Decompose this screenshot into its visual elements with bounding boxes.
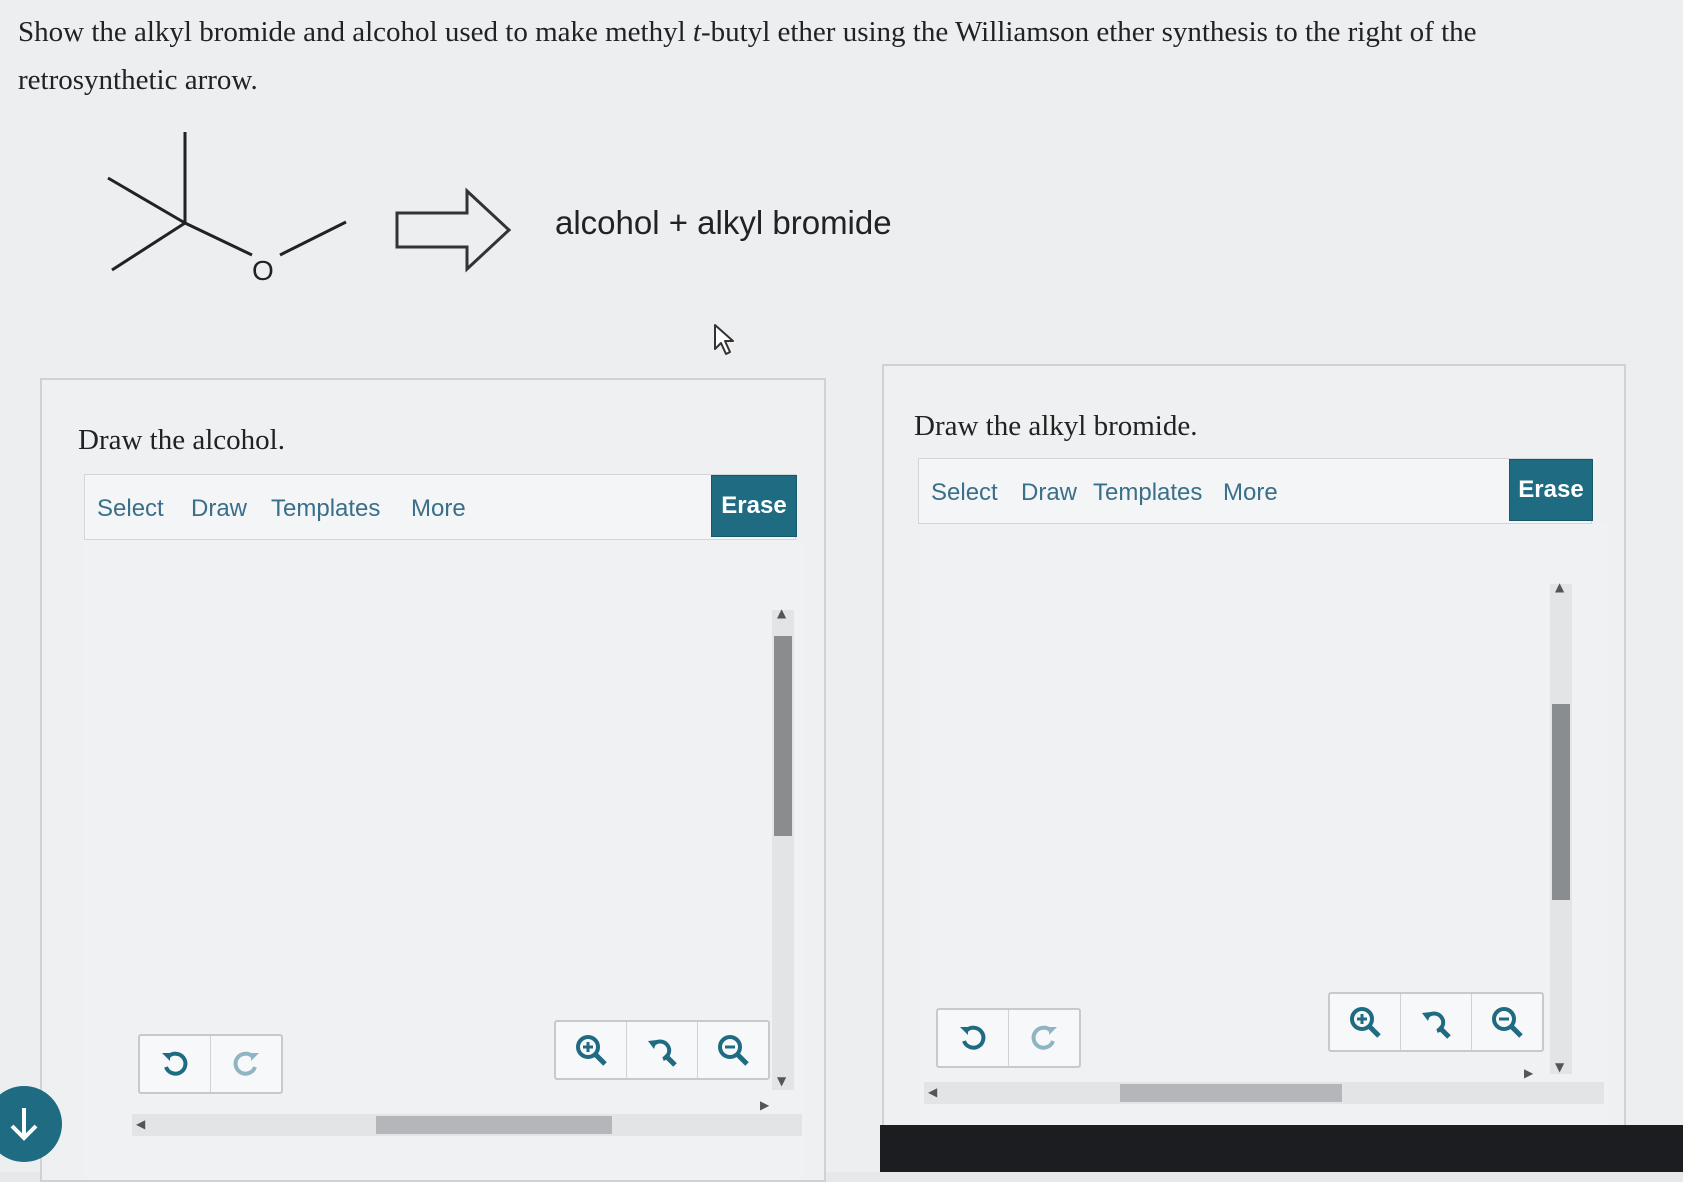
templates-tool[interactable]: Templates: [1093, 479, 1202, 507]
redo-button[interactable]: [1009, 1010, 1079, 1066]
scroll-right-icon[interactable]: ▶: [1524, 1066, 1533, 1080]
alcohol-horizontal-scrollbar[interactable]: ◀ ▶: [132, 1098, 802, 1136]
question-italic-t: t: [692, 16, 701, 48]
reaction-scheme: O alcohol + alkyl bromide: [100, 120, 1000, 290]
undo-button[interactable]: [140, 1036, 211, 1092]
zoom-in-icon: [1350, 1007, 1381, 1038]
scroll-up-icon[interactable]: ▲: [1555, 580, 1564, 594]
alcohol-vertical-scrollbar[interactable]: ▲ ▼: [772, 606, 794, 1090]
more-tool[interactable]: More: [411, 495, 466, 523]
zoom-controls-group: [554, 1020, 770, 1080]
reset-zoom-button[interactable]: [1401, 994, 1472, 1050]
alkyl-bromide-drawing-canvas[interactable]: [918, 524, 1608, 1164]
zoom-in-button[interactable]: [1330, 994, 1401, 1050]
scrollbar-thumb[interactable]: [1120, 1084, 1342, 1102]
alcohol-drawing-panel: Draw the alcohol. Select Draw Templates …: [40, 378, 826, 1182]
zoom-controls-group: [1328, 992, 1544, 1052]
redo-icon: [1031, 1025, 1057, 1050]
page: Show the alkyl bromide and alcohol used …: [0, 0, 1683, 1182]
zoom-in-button[interactable]: [556, 1022, 627, 1078]
reset-zoom-icon: [1422, 1011, 1451, 1039]
erase-button[interactable]: Erase: [711, 475, 797, 537]
zoom-out-button[interactable]: [1472, 994, 1542, 1050]
alkyl-bromide-toolbar: Select Draw Templates More Erase: [918, 458, 1593, 524]
zoom-in-icon: [576, 1035, 607, 1066]
select-tool[interactable]: Select: [931, 479, 998, 507]
scrollbar-thumb[interactable]: [774, 636, 792, 836]
redo-button[interactable]: [211, 1036, 281, 1092]
alcohol-toolbar: Select Draw Templates More Erase: [84, 474, 797, 540]
methyl-t-butyl-ether-structure: O: [107, 132, 347, 286]
reset-zoom-icon: [648, 1039, 677, 1067]
reaction-products-text: alcohol + alkyl bromide: [555, 204, 892, 241]
draw-tool[interactable]: Draw: [191, 495, 247, 523]
templates-tool[interactable]: Templates: [271, 495, 380, 523]
alkyl-bromide-drawing-panel: Draw the alkyl bromide. Select Draw Temp…: [882, 364, 1626, 1168]
scrollbar-thumb[interactable]: [1552, 704, 1570, 900]
scroll-down-icon[interactable]: ▼: [1555, 1060, 1564, 1074]
alkyl-bromide-horizontal-scrollbar[interactable]: ◀ ▶: [924, 1066, 1604, 1104]
alkyl-bromide-vertical-scrollbar[interactable]: ▲ ▼: [1550, 580, 1572, 1074]
panel-title-alkyl-bromide: Draw the alkyl bromide.: [914, 410, 1198, 442]
oxygen-label: O: [252, 255, 274, 286]
erase-button[interactable]: Erase: [1509, 459, 1593, 521]
question-text: Show the alkyl bromide and alcohol used …: [18, 8, 1638, 104]
scrollbar-thumb[interactable]: [376, 1116, 612, 1134]
down-arrow-icon: [10, 1108, 38, 1141]
scroll-left-icon[interactable]: ◀: [136, 1117, 145, 1131]
undo-icon: [960, 1025, 986, 1050]
zoom-out-icon: [1492, 1007, 1523, 1038]
zoom-out-icon: [718, 1035, 749, 1066]
scroll-right-icon[interactable]: ▶: [760, 1098, 769, 1112]
panel-title-alcohol: Draw the alcohol.: [78, 424, 285, 456]
retrosynthetic-arrow: [395, 187, 512, 273]
more-tool[interactable]: More: [1223, 479, 1278, 507]
undo-redo-group: [936, 1008, 1081, 1068]
question-part1: Show the alkyl bromide and alcohol used …: [18, 16, 693, 48]
scroll-left-icon[interactable]: ◀: [928, 1085, 937, 1099]
draw-tool[interactable]: Draw: [1021, 479, 1077, 507]
select-tool[interactable]: Select: [97, 495, 164, 523]
undo-button[interactable]: [938, 1010, 1009, 1066]
mouse-cursor-icon: [714, 324, 734, 355]
scroll-up-icon[interactable]: ▲: [777, 606, 786, 620]
bottom-bar: [880, 1125, 1683, 1172]
scroll-down-icon[interactable]: ▼: [777, 1074, 786, 1088]
zoom-out-button[interactable]: [698, 1022, 768, 1078]
redo-icon: [233, 1051, 259, 1076]
reset-zoom-button[interactable]: [627, 1022, 698, 1078]
undo-redo-group: [138, 1034, 283, 1094]
undo-icon: [162, 1051, 188, 1076]
